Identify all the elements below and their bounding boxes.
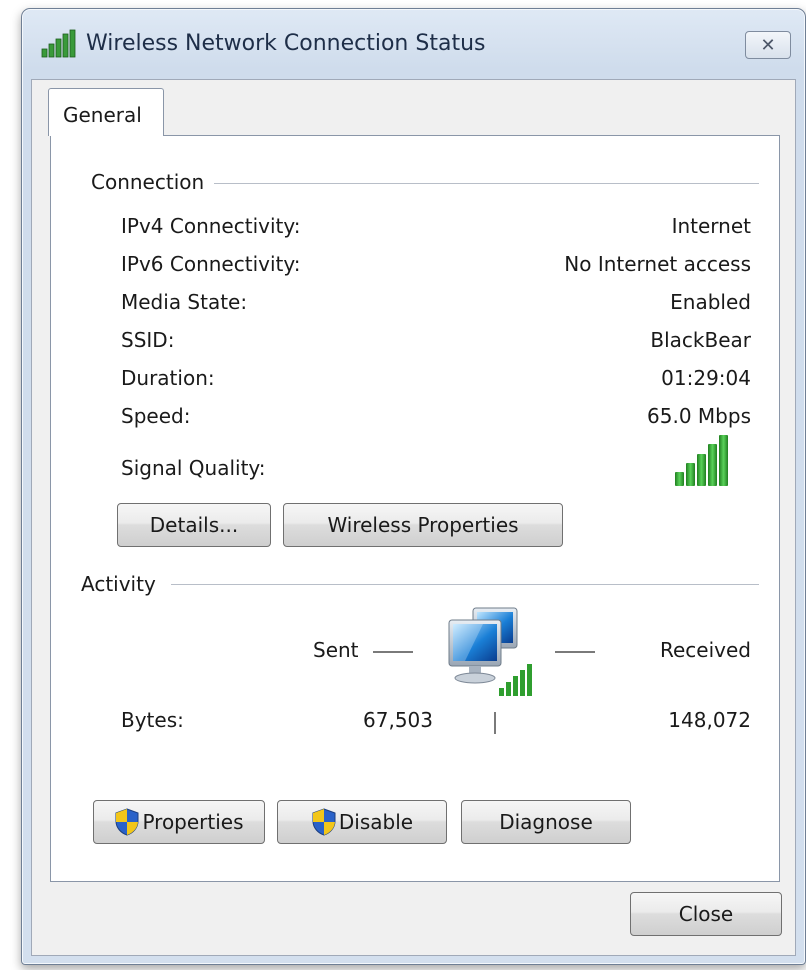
connection-divider bbox=[191, 183, 759, 184]
bytes-sent-value: 67,503 bbox=[363, 708, 433, 732]
diagnose-button[interactable]: Diagnose bbox=[461, 800, 631, 844]
title-bar[interactable]: Wireless Network Connection Status ✕ bbox=[22, 9, 805, 81]
status-window: Wireless Network Connection Status ✕ Gen… bbox=[21, 8, 806, 965]
disable-button-label: Disable bbox=[338, 810, 414, 834]
signal-strength-icon bbox=[675, 435, 728, 486]
ipv4-label: IPv4 Connectivity: bbox=[121, 214, 301, 238]
uac-shield-icon bbox=[115, 808, 139, 836]
tab-general[interactable]: General bbox=[48, 88, 164, 136]
close-icon: ✕ bbox=[760, 34, 776, 56]
duration-value: 01:29:04 bbox=[661, 366, 751, 390]
ipv4-value: Internet bbox=[671, 214, 751, 238]
ipv6-label: IPv6 Connectivity: bbox=[121, 252, 301, 276]
ssid-label: SSID: bbox=[121, 328, 175, 352]
sent-line bbox=[373, 651, 413, 653]
activity-divider bbox=[171, 584, 759, 585]
ssid-value: BlackBear bbox=[650, 328, 751, 352]
details-button[interactable]: Details... bbox=[117, 503, 271, 547]
window-title: Wireless Network Connection Status bbox=[86, 31, 486, 56]
properties-button-label: Properties bbox=[142, 810, 244, 834]
properties-button[interactable]: Properties bbox=[93, 800, 265, 844]
sent-label: Sent bbox=[313, 638, 359, 662]
activity-section-label: Activity bbox=[81, 572, 166, 596]
signal-quality-label: Signal Quality: bbox=[121, 456, 266, 480]
connection-section-label: Connection bbox=[91, 170, 215, 194]
ipv6-value: No Internet access bbox=[564, 252, 751, 276]
client-area: General Connection IPv4 Connectivity: In… bbox=[31, 79, 796, 956]
bytes-label: Bytes: bbox=[121, 708, 184, 732]
network-computers-icon bbox=[448, 607, 532, 696]
wireless-properties-button[interactable]: Wireless Properties bbox=[283, 503, 563, 547]
media-state-value: Enabled bbox=[670, 290, 751, 314]
close-button[interactable]: Close bbox=[630, 892, 782, 936]
title-close-button[interactable]: ✕ bbox=[745, 31, 791, 59]
received-label: Received bbox=[660, 638, 751, 662]
wireless-signal-icon bbox=[41, 29, 76, 58]
general-panel: Connection IPv4 Connectivity: Internet I… bbox=[50, 135, 780, 882]
media-state-label: Media State: bbox=[121, 290, 248, 314]
bytes-received-value: 148,072 bbox=[668, 708, 751, 732]
speed-value: 65.0 Mbps bbox=[647, 404, 751, 428]
speed-label: Speed: bbox=[121, 404, 191, 428]
duration-label: Duration: bbox=[121, 366, 215, 390]
disable-button[interactable]: Disable bbox=[277, 800, 447, 844]
uac-shield-icon bbox=[312, 808, 336, 836]
bytes-divider bbox=[494, 712, 496, 734]
received-line bbox=[555, 651, 595, 653]
